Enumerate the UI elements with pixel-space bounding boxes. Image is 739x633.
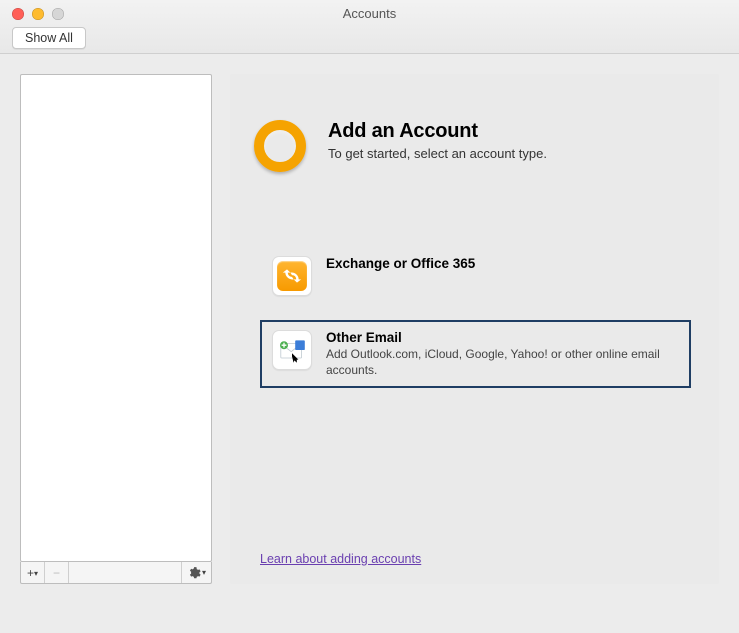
gear-icon [187,566,201,580]
settings-button[interactable]: ▾ [181,562,211,583]
close-icon[interactable] [12,8,24,20]
option-desc: Add Outlook.com, iCloud, Google, Yahoo! … [326,347,679,378]
window-controls [12,8,64,20]
sidebar-footer: +▾ − ▾ [20,562,212,584]
option-title: Other Email [326,330,679,345]
minimize-icon[interactable] [32,8,44,20]
remove-account-button: − [45,562,69,583]
accounts-list[interactable] [20,74,212,562]
learn-link[interactable]: Learn about adding accounts [254,552,695,570]
hero-title: Add an Account [328,120,547,143]
hero-subtitle: To get started, select an account type. [328,146,547,161]
option-other-email[interactable]: Other Email Add Outlook.com, iCloud, Goo… [260,320,691,388]
other-email-icon [272,330,312,370]
plus-icon: + [27,566,34,580]
titlebar: Accounts Show All [0,0,739,54]
option-exchange[interactable]: Exchange or Office 365 [260,246,691,306]
exchange-icon [272,256,312,296]
account-type-options: Exchange or Office 365 [254,246,695,388]
option-title: Exchange or Office 365 [326,256,475,271]
chevron-down-icon: ▾ [202,568,206,577]
chevron-down-icon: ▾ [34,569,38,578]
show-all-button[interactable]: Show All [12,27,86,49]
main-panel: Add an Account To get started, select an… [230,74,719,584]
add-account-button[interactable]: +▾ [21,562,45,583]
maximize-icon [52,8,64,20]
window-title: Accounts [0,0,739,21]
accounts-sidebar: +▾ − ▾ [20,74,212,584]
hero: Add an Account To get started, select an… [254,120,695,176]
outlook-icon [254,120,310,176]
minus-icon: − [53,566,60,580]
